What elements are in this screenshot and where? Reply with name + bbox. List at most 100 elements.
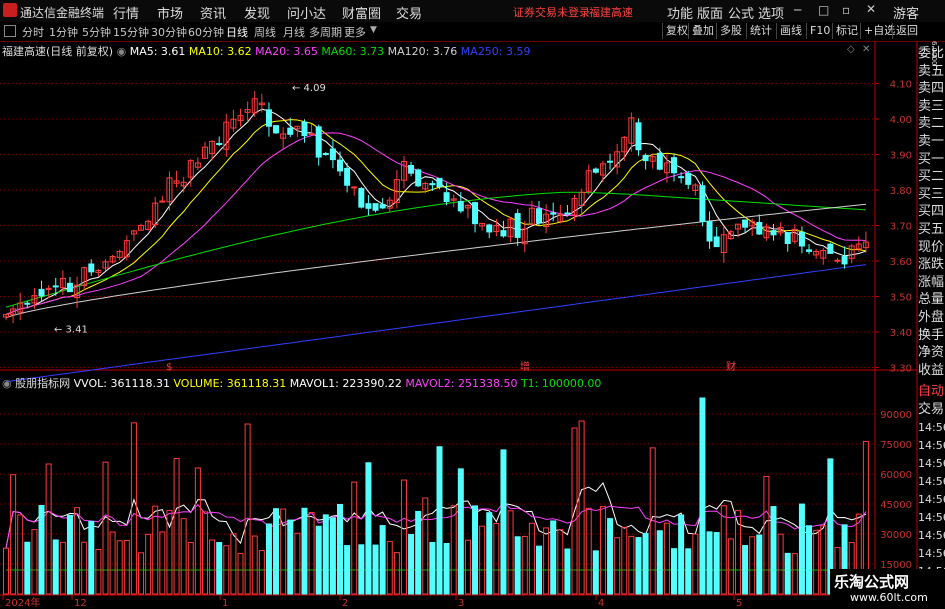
menu-hangqing[interactable]: 行情 — [113, 3, 139, 22]
period-multi[interactable]: 多周期 — [309, 24, 342, 40]
volume-bar — [457, 468, 464, 595]
ma10-legend: MA10: 3.62 — [188, 45, 252, 58]
trade-label: 交易 — [918, 402, 945, 417]
maximize-icon[interactable]: ▫ — [842, 3, 850, 17]
candle-down — [472, 202, 479, 225]
period-monthly[interactable]: 月线 — [283, 24, 305, 40]
fuquan-button[interactable]: 复权 — [662, 23, 691, 39]
period-5min[interactable]: 5分钟 — [82, 24, 111, 40]
quote-label: 收益 — [918, 362, 945, 378]
volume-bar — [351, 481, 358, 595]
minimize-icon[interactable]: ─ — [794, 3, 801, 17]
guest-user[interactable]: 游客 — [893, 3, 919, 22]
quote-label: 买五 — [918, 222, 945, 237]
volume-bar — [429, 542, 436, 595]
menu-jiaoyi[interactable]: 交易 — [396, 3, 422, 22]
menu-wenxiaoda[interactable]: 问小达 — [287, 3, 326, 22]
menu-xuanxiang[interactable]: 选项 — [758, 3, 784, 22]
toolbar-menu-icon[interactable] — [4, 25, 16, 37]
close-icon[interactable]: ✕ — [866, 2, 876, 16]
ma60-line — [5, 191, 866, 308]
ma10-line — [5, 119, 866, 315]
menu-caifuquan[interactable]: 财富圈 — [342, 3, 381, 22]
volume-bar — [806, 525, 813, 595]
panel-close-icon[interactable]: ✕ — [862, 44, 870, 55]
quote-label: 买四 — [918, 204, 945, 220]
volume-tick-label: 45000 — [880, 500, 912, 511]
quote-label: 涨幅 — [918, 274, 945, 290]
volume-bar — [81, 541, 88, 595]
period-30min[interactable]: 30分钟 — [151, 24, 187, 40]
period-15min[interactable]: 15分钟 — [113, 24, 149, 40]
mavol1-line — [5, 482, 867, 549]
volume-bar — [472, 505, 479, 595]
volume-bar — [543, 527, 550, 595]
volume-bar — [798, 503, 805, 595]
volume-bar — [180, 518, 187, 595]
period-weekly[interactable]: 周线 — [254, 24, 276, 40]
chart-area[interactable]: 4.10 4.00 3.90 3.80 3.70 3.60 3.50 3.40 3.30 9000… — [0, 41, 945, 609]
trade-time: 14:56 — [918, 439, 945, 452]
mavol1-legend: MAVOL1: 223390.22 — [289, 377, 402, 390]
volume-bar — [415, 510, 422, 595]
restore-icon[interactable]: □ — [818, 3, 829, 17]
candle-down — [329, 148, 336, 161]
more-chevron-icon[interactable]: ▼ — [370, 25, 377, 35]
f10-button[interactable]: F10 — [806, 23, 833, 39]
stats-button[interactable]: 统计 — [746, 23, 775, 39]
volume-bar — [88, 520, 95, 595]
draw-button[interactable]: 画线 — [776, 23, 805, 39]
candle-up — [308, 133, 315, 136]
volume-bar — [763, 475, 770, 595]
volume-bar — [66, 514, 73, 595]
kline-chart[interactable]: 4.10 4.00 3.90 3.80 3.70 3.60 3.50 3.40 3.30 9000… — [0, 41, 945, 609]
volume-bar — [294, 532, 301, 595]
trade-time: 14:56 — [918, 547, 945, 560]
event-marker: $ — [166, 362, 172, 373]
quote-label: 卖五 — [918, 63, 945, 79]
price-tick-label: 3.60 — [890, 257, 912, 268]
menu-banmian[interactable]: 版面 — [697, 3, 723, 22]
volume-bar — [372, 544, 379, 595]
volume-bar — [308, 512, 315, 595]
price-tick-label: 3.70 — [890, 222, 912, 233]
volume-bar — [699, 397, 706, 595]
volume-bar — [102, 461, 109, 595]
period-1min[interactable]: 1分钟 — [49, 24, 78, 40]
login-warning[interactable]: 证券交易未登录 — [513, 4, 590, 20]
candle-down — [607, 160, 614, 163]
panel-diamond-icon[interactable]: ◇ — [847, 44, 855, 55]
menu-zixun[interactable]: 资讯 — [200, 3, 226, 22]
volume-bar — [692, 533, 699, 595]
legend-settings-icon[interactable]: ◉ — [117, 45, 127, 58]
volume-settings-icon[interactable]: ◉ — [2, 377, 12, 390]
volume-bar — [52, 539, 59, 595]
candle-down — [706, 220, 713, 242]
period-60min[interactable]: 60分钟 — [188, 24, 224, 40]
menu-shichang[interactable]: 市场 — [157, 3, 183, 22]
overlay-button[interactable]: 叠加 — [688, 23, 717, 39]
period-fenshi[interactable]: 分时 — [22, 24, 44, 40]
quote-label: 外盘 — [918, 310, 945, 325]
quote-label: 卖三 — [918, 98, 945, 114]
ma20-legend: MA20: 3.65 — [255, 45, 318, 58]
period-daily[interactable]: 日线 — [226, 24, 248, 40]
volume-bar — [287, 519, 294, 595]
volume-legend-value: VOLUME: 361118.31 — [173, 377, 287, 390]
volume-bar — [3, 547, 9, 595]
quote-label: 委比 — [918, 46, 945, 61]
menu-faxian[interactable]: 发现 — [244, 3, 270, 22]
mark-button[interactable]: 标记 — [832, 23, 861, 39]
volume-bar — [109, 531, 116, 595]
multi-stock-button[interactable]: 多股 — [716, 23, 745, 39]
volume-bar — [10, 474, 17, 595]
quote-label: 卖二 — [918, 116, 945, 132]
back-button[interactable]: 返回 — [892, 23, 921, 39]
volume-bar — [820, 525, 827, 595]
period-more[interactable]: 更多 — [344, 24, 366, 40]
volume-bar — [671, 548, 678, 595]
trade-time: 14:56 — [918, 493, 945, 506]
menu-gongneng[interactable]: 功能 — [667, 3, 693, 22]
volume-bar — [521, 535, 528, 595]
menu-gongshi[interactable]: 公式 — [728, 3, 754, 22]
